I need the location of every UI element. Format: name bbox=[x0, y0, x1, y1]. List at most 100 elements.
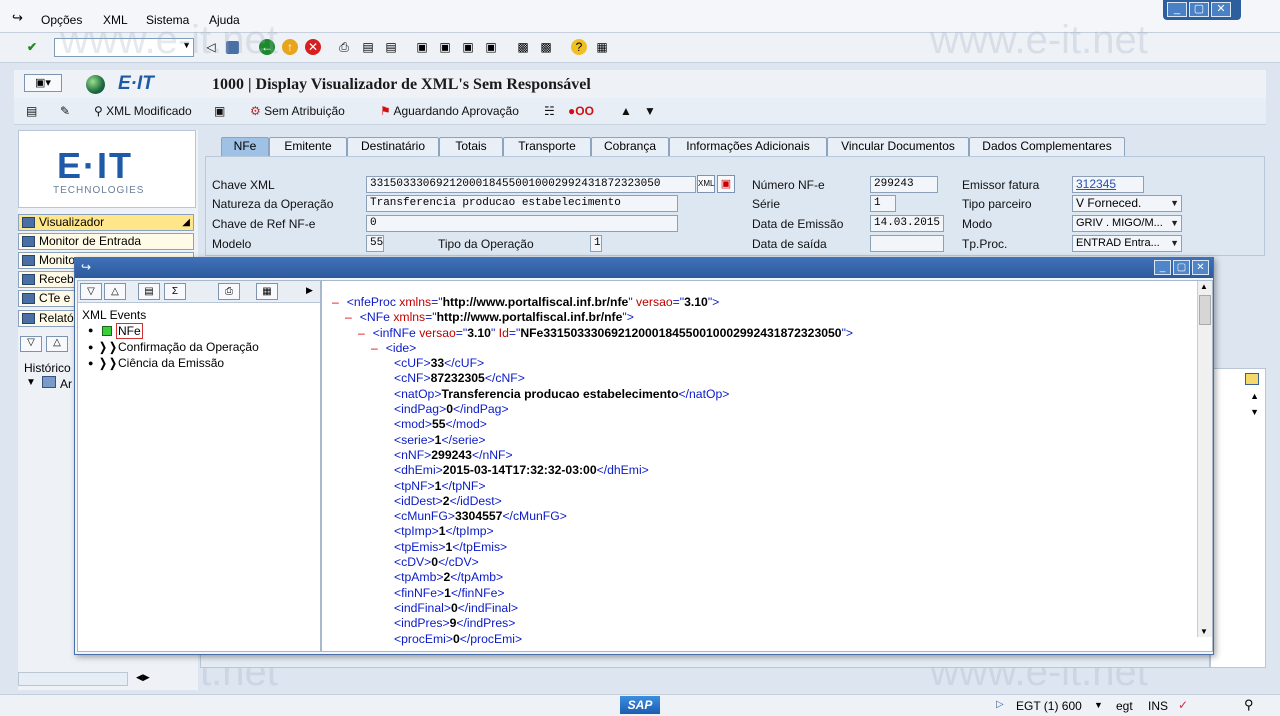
scroll-left-icon[interactable]: ◀▶ bbox=[136, 672, 150, 683]
find-next-icon[interactable]: ▤ bbox=[383, 39, 399, 55]
transfer-icon[interactable]: ▣ bbox=[214, 104, 225, 118]
sem-atribuicao-button[interactable]: ⚙ Sem Atribuição bbox=[250, 104, 345, 118]
emissor-fatura-link[interactable]: 312345 bbox=[1072, 176, 1144, 193]
left-hscroll[interactable] bbox=[18, 672, 128, 686]
close-button[interactable]: ✕ bbox=[1211, 2, 1231, 17]
expand-icon[interactable]: ▽ bbox=[80, 283, 102, 300]
chave-ref-field[interactable]: 0 bbox=[366, 215, 678, 232]
serie-field[interactable]: 1 bbox=[870, 195, 896, 212]
tab-cobranca[interactable]: Cobrança bbox=[591, 137, 669, 156]
collapse-icon[interactable]: △ bbox=[104, 283, 126, 300]
up-arrow-icon[interactable]: ▲ bbox=[620, 104, 632, 118]
layout-icon[interactable]: ▦ bbox=[256, 283, 278, 300]
popup-minimize-button[interactable]: _ bbox=[1154, 260, 1171, 275]
xml-vertical-scrollbar[interactable]: ▲ ▼ bbox=[1197, 281, 1212, 637]
tree-node-ciencia[interactable]: Ciência da Emissão bbox=[118, 356, 224, 370]
new-session-icon[interactable]: ▩ bbox=[515, 39, 531, 55]
expand-all-icon[interactable]: ▽ bbox=[20, 336, 42, 352]
nav-monitor-entrada[interactable]: Monitor de Entrada bbox=[18, 233, 194, 250]
collapse-all-icon[interactable]: △ bbox=[46, 336, 68, 352]
edit-pencil-icon[interactable]: ✎ bbox=[60, 104, 70, 118]
popup-maximize-button[interactable]: ▢ bbox=[1173, 260, 1190, 275]
status-expand-icon[interactable]: ▷ bbox=[996, 699, 1004, 710]
system-info[interactable]: EGT (1) 600 bbox=[1016, 699, 1082, 713]
screen-menu-icon[interactable]: ▣▾ bbox=[24, 74, 62, 92]
cancel-icon[interactable]: ✕ bbox=[305, 39, 321, 55]
command-field[interactable]: ▼ bbox=[54, 38, 194, 57]
nav-visualizador[interactable]: Visualizador ◢ bbox=[18, 214, 194, 231]
lock-icon[interactable]: ⚲ bbox=[1244, 697, 1254, 713]
tipo-parceiro-select[interactable]: V Forneced. bbox=[1072, 195, 1182, 212]
tab-emitente[interactable]: Emitente bbox=[269, 137, 347, 156]
find-icon[interactable]: ▤ bbox=[360, 39, 376, 55]
chave-xml-field[interactable]: 3315033306921200018455001000299243187232… bbox=[366, 176, 696, 193]
tree-node-confirmacao[interactable]: Confirmação da Operação bbox=[118, 340, 259, 354]
modo-select[interactable]: GRIV . MIGO/M... bbox=[1072, 215, 1182, 232]
collapse-minus-icon[interactable]: – bbox=[345, 310, 352, 324]
details-icon[interactable]: ▤ bbox=[26, 104, 37, 118]
collapse-minus-icon[interactable]: – bbox=[332, 295, 339, 309]
tree-node-nfe[interactable]: NFe bbox=[116, 323, 143, 339]
aguardando-aprovacao-button[interactable]: ⚑ Aguardando Aprovação bbox=[380, 104, 519, 118]
back-icon[interactable]: ← bbox=[259, 39, 275, 55]
natureza-field[interactable]: Transferencia producao estabelecimento bbox=[366, 195, 678, 212]
traffic-light-icon[interactable]: ●OO bbox=[568, 104, 594, 118]
xml-modificado-button[interactable]: ⚲ XML Modificado bbox=[94, 104, 192, 118]
chevron-down-icon[interactable]: ▼ bbox=[182, 40, 191, 50]
down-arrow-icon[interactable]: ▼ bbox=[644, 104, 656, 118]
popup-close-button[interactable]: ✕ bbox=[1192, 260, 1209, 275]
popup-title-bar[interactable]: ↪ _ ▢ ✕ bbox=[75, 258, 1213, 278]
menu-sistema[interactable]: Sistema bbox=[146, 13, 189, 27]
maximize-button[interactable]: ▢ bbox=[1189, 2, 1209, 17]
scroll-up-icon[interactable]: ▲ bbox=[1250, 391, 1259, 401]
print-icon[interactable]: ⎙ bbox=[336, 39, 352, 55]
tab-totais[interactable]: Totais bbox=[439, 137, 503, 156]
input-mode[interactable]: INS bbox=[1148, 699, 1168, 713]
chevron-down-icon[interactable]: ▼ bbox=[1094, 700, 1103, 710]
menu-opcoes[interactable]: Opções bbox=[41, 13, 82, 27]
next-page-icon[interactable]: ▣ bbox=[460, 39, 476, 55]
menu-icon[interactable]: ↪ bbox=[12, 10, 23, 26]
archive-node[interactable]: Ar bbox=[60, 377, 72, 391]
data-emissao-field[interactable]: 14.03.2015 bbox=[870, 215, 944, 232]
scroll-down-icon[interactable]: ▼ bbox=[1200, 627, 1208, 636]
help-icon[interactable]: ? bbox=[571, 39, 587, 55]
enter-check-icon[interactable]: ✔ bbox=[24, 39, 40, 55]
popup-menu-icon[interactable]: ↪ bbox=[81, 260, 91, 274]
data-saida-field[interactable] bbox=[870, 235, 944, 252]
hierarchy-icon[interactable]: ☵ bbox=[544, 104, 555, 118]
tipo-operacao-field[interactable]: 1 bbox=[590, 235, 602, 252]
print-icon[interactable]: ⎙ bbox=[218, 283, 240, 300]
tab-nfe[interactable]: NFe bbox=[221, 137, 269, 156]
exit-icon[interactable]: ↑ bbox=[282, 39, 298, 55]
background-hscroll[interactable] bbox=[200, 654, 1210, 668]
tab-dados-complementares[interactable]: Dados Complementares bbox=[969, 137, 1125, 156]
menu-xml[interactable]: XML bbox=[103, 13, 128, 27]
grid-settings-icon[interactable] bbox=[1245, 373, 1259, 385]
tab-informacoes-adicionais[interactable]: Informações Adicionais bbox=[669, 137, 827, 156]
layout-icon[interactable]: ▦ bbox=[594, 39, 610, 55]
tab-destinatario[interactable]: Destinatário bbox=[347, 137, 439, 156]
find-icon[interactable]: ▤ bbox=[138, 283, 160, 300]
more-arrow-icon[interactable]: ▶ bbox=[306, 285, 313, 296]
pdf-icon[interactable]: ▣ bbox=[717, 175, 735, 193]
scroll-thumb[interactable] bbox=[1199, 295, 1211, 325]
tab-vincular-documentos[interactable]: Vincular Documentos bbox=[827, 137, 969, 156]
minimize-button[interactable]: _ bbox=[1167, 2, 1187, 17]
back-arrow-icon[interactable]: ◁ bbox=[203, 39, 219, 55]
xml-file-icon[interactable]: XML bbox=[697, 175, 715, 193]
tree-expand-icon[interactable]: ▼ bbox=[26, 377, 36, 388]
scroll-up-icon[interactable]: ▲ bbox=[1200, 282, 1208, 291]
numero-nfe-field[interactable]: 299243 bbox=[870, 176, 938, 193]
collapse-minus-icon[interactable]: – bbox=[358, 326, 365, 340]
tab-transporte[interactable]: Transporte bbox=[503, 137, 591, 156]
scroll-down-icon[interactable]: ▼ bbox=[1250, 407, 1259, 417]
first-page-icon[interactable]: ▣ bbox=[414, 39, 430, 55]
last-page-icon[interactable]: ▣ bbox=[483, 39, 499, 55]
collapse-minus-icon[interactable]: – bbox=[371, 341, 378, 355]
tpproc-select[interactable]: ENTRAD Entra... bbox=[1072, 235, 1182, 252]
sum-icon[interactable]: Σ bbox=[164, 283, 186, 300]
menu-ajuda[interactable]: Ajuda bbox=[209, 13, 240, 27]
previous-page-icon[interactable]: ▣ bbox=[437, 39, 453, 55]
modelo-field[interactable]: 55 bbox=[366, 235, 384, 252]
